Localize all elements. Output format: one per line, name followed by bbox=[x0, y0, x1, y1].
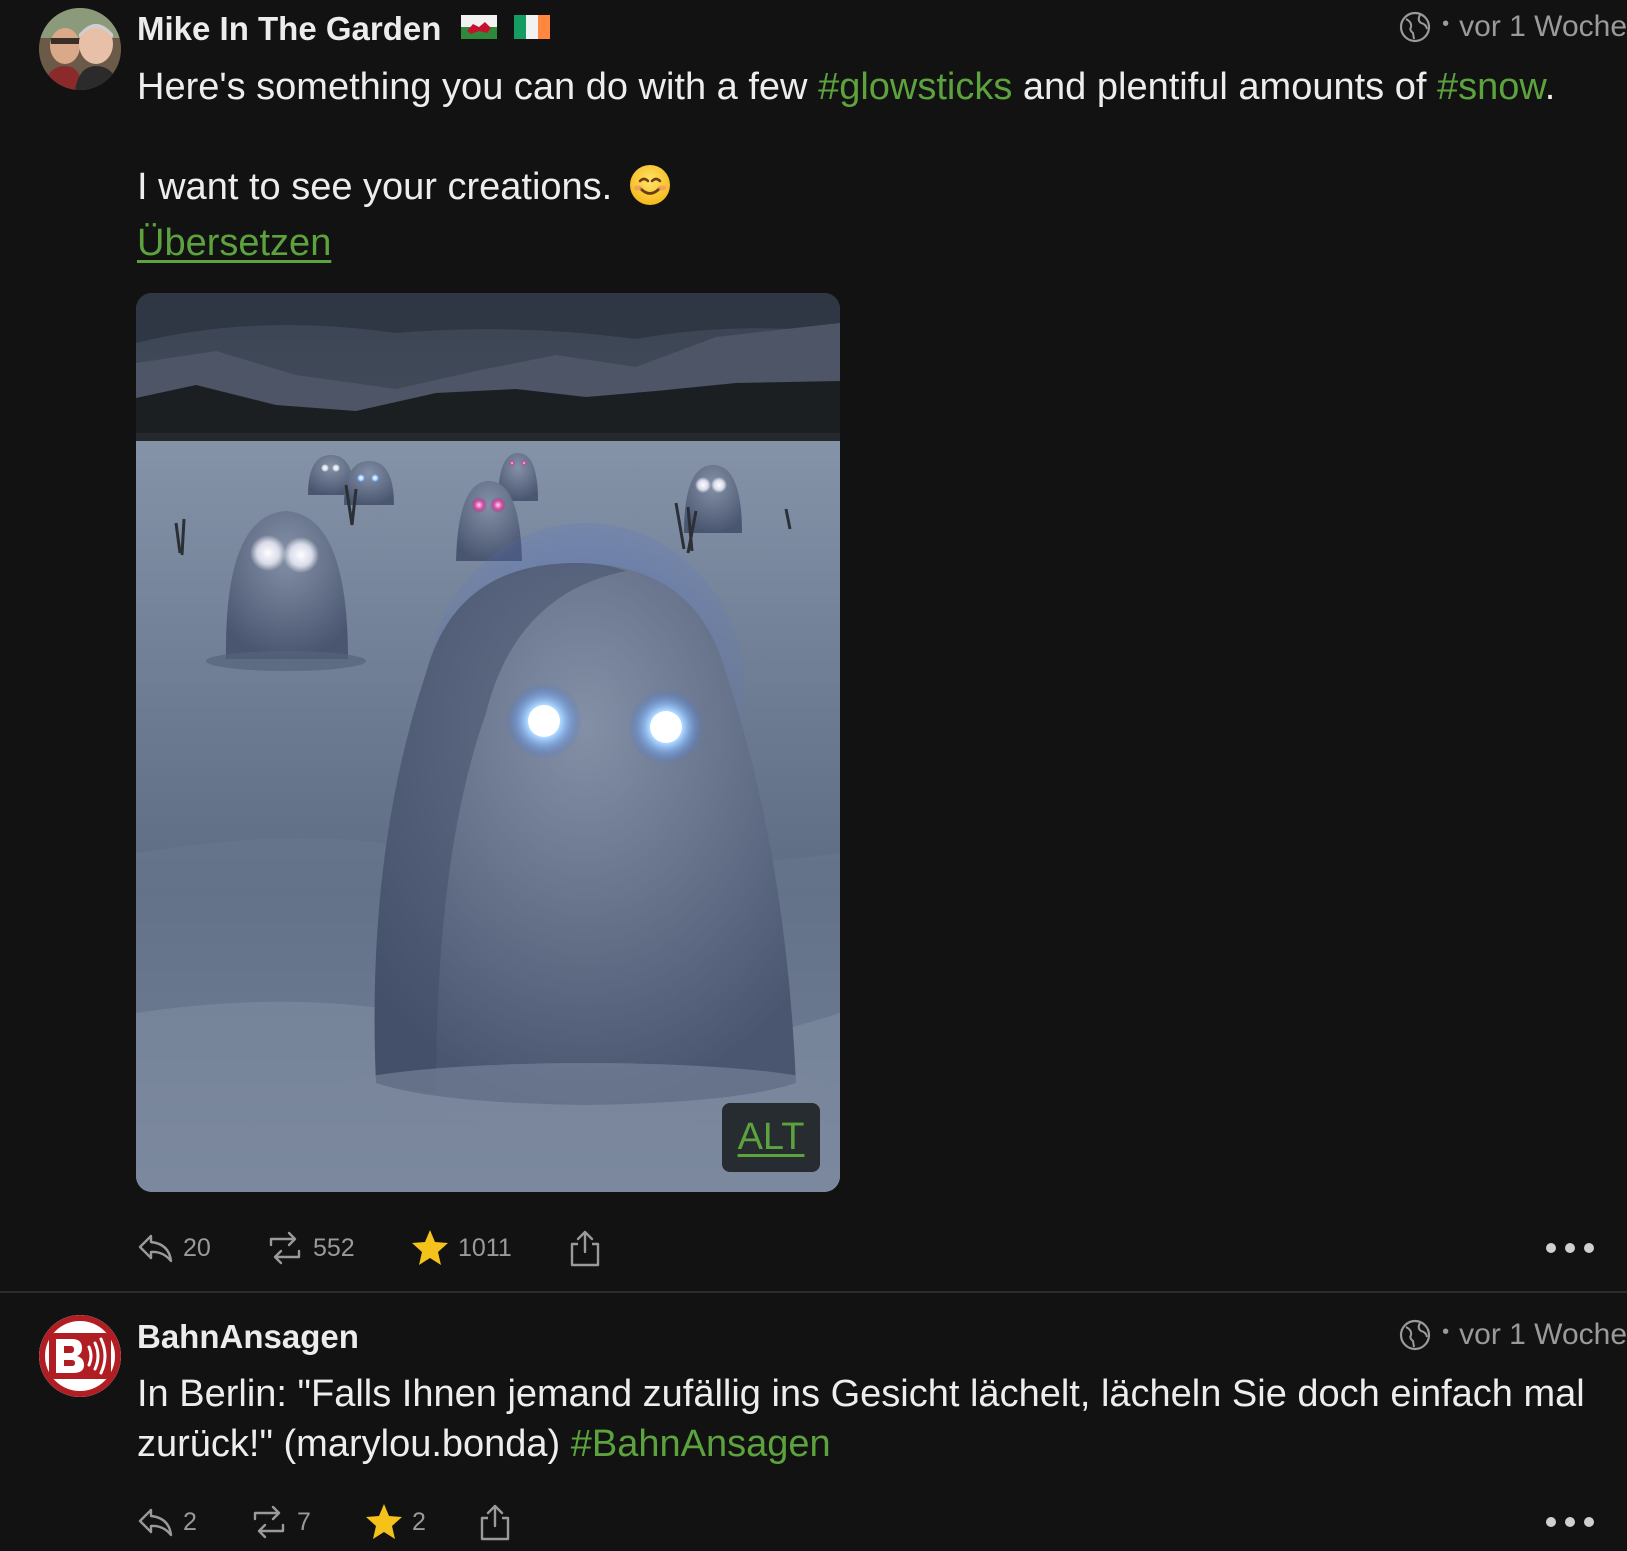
avatar[interactable] bbox=[39, 1315, 121, 1397]
post-timestamp[interactable]: vor 1 Woche bbox=[1459, 1318, 1627, 1352]
star-icon bbox=[366, 1504, 402, 1539]
boost-count: 552 bbox=[313, 1233, 355, 1262]
boost-count: 7 bbox=[297, 1507, 311, 1536]
separator-dot: • bbox=[1442, 1320, 1450, 1343]
more-options-button[interactable] bbox=[1545, 1497, 1595, 1547]
star-icon bbox=[412, 1230, 448, 1265]
separator-dot: • bbox=[1442, 12, 1450, 35]
reply-button[interactable]: 2 bbox=[137, 1497, 197, 1547]
post-content: In Berlin: "Falls Ihnen jemand zufällig … bbox=[137, 1369, 1617, 1469]
favourite-count: 2 bbox=[412, 1507, 426, 1536]
alt-text-button[interactable]: ALT bbox=[722, 1103, 820, 1172]
reply-button[interactable]: 20 bbox=[137, 1223, 211, 1273]
status-post[interactable]: BahnAnsagen • vor 1 Woche In Berlin: "Fa… bbox=[0, 1295, 1627, 1551]
post-meta: • vor 1 Woche bbox=[1398, 1318, 1627, 1352]
author-display-name[interactable]: Mike In The Garden bbox=[137, 10, 550, 48]
ellipsis-icon bbox=[1546, 1243, 1594, 1253]
post-text-line: Here's something you can do with a few #… bbox=[137, 66, 1556, 108]
post-text-line: zurück!" (marylou.bonda) #BahnAnsagen bbox=[137, 1423, 831, 1465]
media-attachment[interactable]: ALT bbox=[136, 293, 840, 1192]
boost-button[interactable]: 7 bbox=[249, 1497, 311, 1547]
globe-icon bbox=[1400, 1319, 1431, 1351]
more-options-button[interactable] bbox=[1545, 1223, 1595, 1273]
post-meta: • vor 1 Woche bbox=[1398, 10, 1627, 44]
reply-icon bbox=[138, 1234, 173, 1263]
share-button[interactable] bbox=[477, 1497, 521, 1547]
boost-icon bbox=[253, 1505, 285, 1539]
timeline-feed: Mike In The Garden • vor 1 Woche Here's … bbox=[0, 0, 1627, 1551]
post-text-line: In Berlin: "Falls Ihnen jemand zufällig … bbox=[137, 1373, 1585, 1415]
favourite-button[interactable]: 2 bbox=[364, 1497, 426, 1547]
boost-icon bbox=[269, 1231, 301, 1265]
hashtag-link[interactable]: #BahnAnsagen bbox=[571, 1423, 831, 1465]
hashtag-link[interactable]: #glowsticks bbox=[818, 66, 1012, 108]
post-text-line: I want to see your creations. bbox=[137, 162, 1617, 212]
avatar[interactable] bbox=[39, 8, 121, 90]
snow-ghosts-photo bbox=[136, 293, 840, 1192]
post-timestamp[interactable]: vor 1 Woche bbox=[1459, 10, 1627, 44]
share-button[interactable] bbox=[567, 1223, 611, 1273]
ellipsis-icon bbox=[1546, 1517, 1594, 1527]
share-icon bbox=[480, 1504, 510, 1541]
status-post[interactable]: Mike In The Garden • vor 1 Woche Here's … bbox=[0, 0, 1627, 1293]
ireland-flag-icon bbox=[513, 15, 550, 40]
reply-count: 2 bbox=[183, 1507, 197, 1536]
globe-icon bbox=[1400, 11, 1431, 43]
hashtag-link[interactable]: #snow bbox=[1437, 66, 1545, 108]
author-display-name[interactable]: BahnAnsagen bbox=[137, 1318, 359, 1356]
smiling-face-emoji-icon bbox=[629, 164, 670, 205]
share-icon bbox=[570, 1230, 600, 1267]
post-action-bar: 20 552 1011 bbox=[137, 1223, 1627, 1273]
reply-icon bbox=[138, 1508, 173, 1537]
post-content: Here's something you can do with a few #… bbox=[137, 62, 1617, 212]
reply-count: 20 bbox=[183, 1233, 211, 1262]
favourite-button[interactable]: 1011 bbox=[410, 1223, 512, 1273]
translate-link[interactable]: Übersetzen bbox=[137, 222, 331, 265]
boost-button[interactable]: 552 bbox=[265, 1223, 355, 1273]
post-action-bar: 2 7 2 bbox=[137, 1497, 1627, 1547]
favourite-count: 1011 bbox=[458, 1233, 512, 1262]
wales-flag-icon bbox=[460, 15, 497, 40]
